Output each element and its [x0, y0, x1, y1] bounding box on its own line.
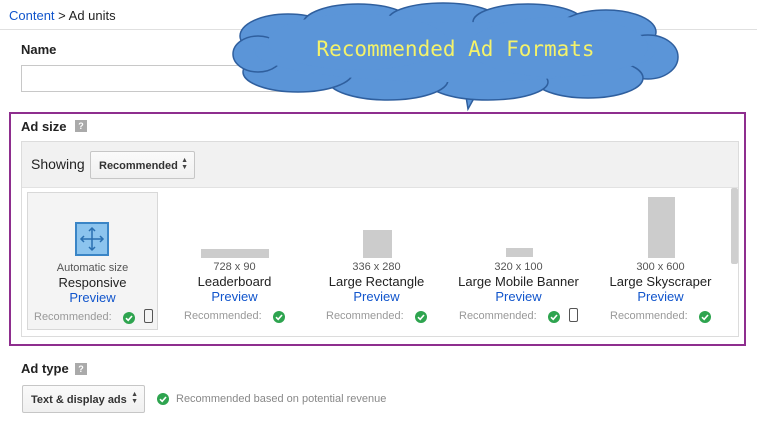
callout-text: Recommended Ad Formats: [316, 37, 595, 61]
breadcrumb-content-link[interactable]: Content: [9, 8, 55, 23]
ad-type-select[interactable]: Text & display ads ▲ ▼: [22, 385, 145, 413]
breadcrumb-separator: >: [54, 8, 69, 23]
check-circle-icon: [157, 393, 169, 405]
ad-type-label: Ad type: [21, 361, 69, 376]
ad-type-select-value: Text & display ads: [31, 394, 127, 406]
ad-type-recommendation-note: Recommended based on potential revenue: [176, 393, 387, 405]
recommended-formats-highlight: [9, 112, 746, 346]
name-label: Name: [21, 42, 57, 57]
ad-type-help-icon[interactable]: ?: [75, 363, 87, 375]
breadcrumb: Content > Ad units: [9, 8, 116, 23]
breadcrumb-current: Ad units: [68, 8, 116, 23]
select-arrows-icon: ▲ ▼: [131, 391, 138, 405]
